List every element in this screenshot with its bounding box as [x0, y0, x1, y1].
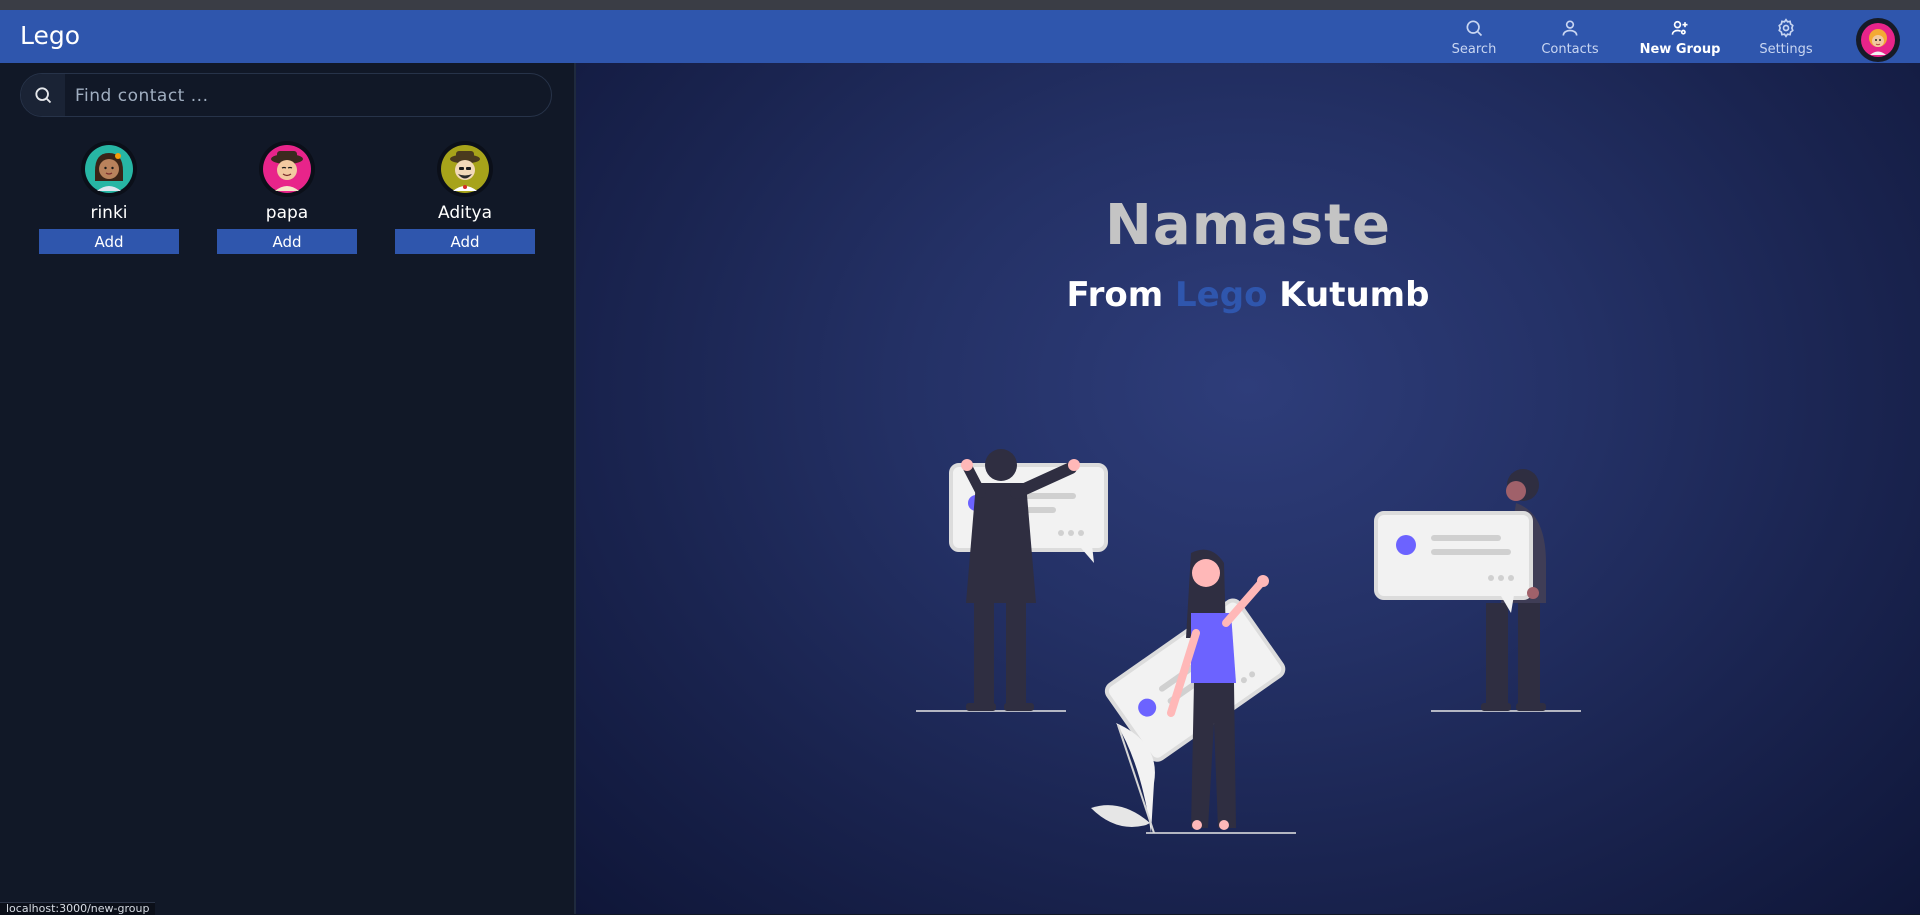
add-contact-button[interactable]: Add	[217, 229, 357, 254]
tagline-from: From	[1066, 275, 1164, 315]
nav-settings[interactable]: Settings	[1736, 18, 1836, 60]
status-bar-url: localhost:3000/new-group	[0, 902, 156, 915]
contact-avatar[interactable]	[437, 141, 493, 197]
nav-search-label: Search	[1451, 42, 1497, 57]
contact-card: papa Add	[217, 141, 357, 261]
avatar-icon	[263, 145, 311, 193]
tagline-brand: Lego	[1175, 275, 1268, 315]
contact-card: rinki Add	[39, 141, 179, 261]
nav-settings-label: Settings	[1759, 42, 1813, 57]
gear-icon	[1778, 18, 1794, 38]
people-messaging-illustration	[916, 449, 1581, 834]
avatar-icon	[441, 145, 489, 193]
users-add-icon	[1671, 20, 1688, 35]
profile-avatar-icon	[1861, 23, 1895, 57]
tagline-rest: Kutumb	[1279, 275, 1430, 315]
brand-logo[interactable]: Lego	[20, 22, 80, 50]
nav-new-group-label: New Group	[1639, 42, 1721, 57]
sidebar: rinki Add papa Add	[0, 63, 576, 914]
contact-search-icon-wrap[interactable]	[21, 74, 65, 116]
nav-search[interactable]: Search	[1424, 18, 1524, 60]
contact-name: papa	[265, 203, 309, 223]
search-icon	[1466, 20, 1483, 37]
contact-name: Aditya	[438, 203, 492, 223]
contact-avatar[interactable]	[81, 141, 137, 197]
welcome-panel: Namaste From Lego Kutumb	[576, 63, 1920, 914]
nav-contacts-label: Contacts	[1541, 42, 1599, 57]
greeting-tagline: From Lego Kutumb	[576, 275, 1920, 315]
avatar-icon	[85, 145, 133, 193]
greeting-title: Namaste	[1105, 193, 1391, 258]
nav-new-group[interactable]: New Group	[1630, 18, 1730, 60]
add-contact-button[interactable]: Add	[395, 229, 535, 254]
navbar: Lego Search Contacts New Group Settings	[0, 10, 1920, 63]
profile-avatar[interactable]	[1856, 18, 1900, 62]
user-icon	[1562, 20, 1578, 36]
contact-card: Aditya Add	[395, 141, 535, 261]
contact-avatar[interactable]	[259, 141, 315, 197]
nav-contacts[interactable]: Contacts	[1520, 18, 1620, 60]
add-contact-button[interactable]: Add	[39, 229, 179, 254]
contact-name: rinki	[90, 203, 128, 223]
contact-search-box	[20, 73, 552, 118]
search-icon	[35, 87, 52, 104]
browser-top-strip	[0, 0, 1920, 10]
contact-search-input[interactable]	[73, 74, 547, 118]
